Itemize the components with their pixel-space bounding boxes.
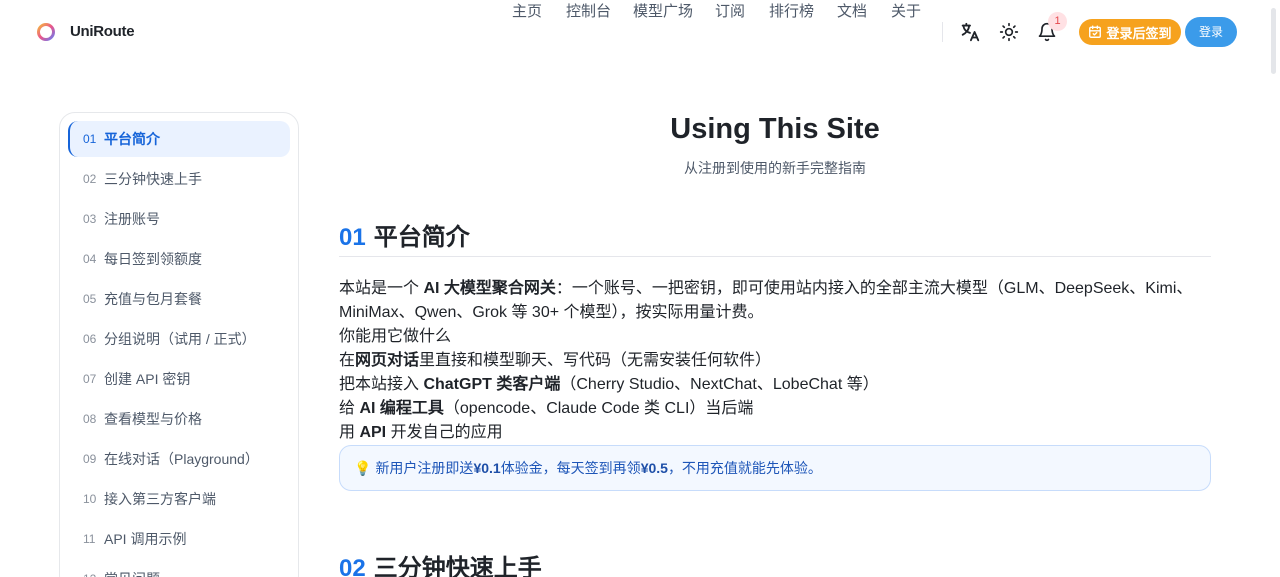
sun-icon <box>999 22 1019 42</box>
section-heading-quickstart: 02 三分钟快速上手 <box>339 548 542 577</box>
toc-item-faq[interactable]: 12常见问题 <box>68 561 290 577</box>
nav-leaderboard[interactable]: 排行榜 <box>769 0 814 21</box>
header-divider <box>942 22 943 42</box>
page-title: Using This Site <box>670 113 880 145</box>
lightbulb-icon: 💡 <box>354 459 372 476</box>
section-title: 平台简介 <box>373 224 470 251</box>
toc-num: 04 <box>83 252 97 266</box>
toc-label: 常见问题 <box>104 569 160 577</box>
nav-console[interactable]: 控制台 <box>566 0 611 21</box>
nav-model-market[interactable]: 模型广场 <box>633 0 693 21</box>
page-scrollbar[interactable] <box>1271 8 1276 74</box>
toc-num: 10 <box>83 492 97 506</box>
section-number: 01 <box>339 224 366 251</box>
nav-home[interactable]: 主页 <box>512 0 542 21</box>
nav-docs[interactable]: 文档 <box>837 0 867 21</box>
toc-num: 06 <box>83 332 97 346</box>
toc-label: 查看模型与价格 <box>104 411 202 427</box>
section-number: 02 <box>339 555 366 577</box>
toc-num: 05 <box>83 292 97 306</box>
toc-label: 接入第三方客户端 <box>104 491 216 507</box>
list-item: 用 API 开发自己的应用 <box>339 424 503 441</box>
toc-item-api-examples[interactable]: 11 API 调用示例 <box>68 521 290 557</box>
toc-item-intro[interactable]: 01 平台简介 <box>68 121 290 157</box>
notification-count-badge: 1 <box>1048 12 1067 31</box>
list-item: 把本站接入 ChatGPT 类客户端（Cherry Studio、NextCha… <box>339 376 879 393</box>
toc-item-quickstart[interactable]: 02 三分钟快速上手 <box>68 161 290 197</box>
nav-subscription[interactable]: 订阅 <box>715 0 745 21</box>
toc-item-groups[interactable]: 06 分组说明（试用 / 正式） <box>68 321 290 357</box>
language-button[interactable] <box>958 20 982 44</box>
calendar-check-icon <box>1089 25 1102 38</box>
toc-label: 平台简介 <box>104 131 160 147</box>
toc-item-playground[interactable]: 09 在线对话（Playground） <box>68 441 290 477</box>
page-subtitle: 从注册到使用的新手完整指南 <box>684 160 866 176</box>
toc-label: 充值与包月套餐 <box>104 291 202 307</box>
table-of-contents: 01 平台简介 02 三分钟快速上手 03 注册账号 04 每日签到领额度 05 充值与包… <box>59 112 299 577</box>
checkin-button[interactable]: 登录后签到 <box>1079 19 1181 45</box>
can-do-heading: 你能用它做什么 <box>339 328 452 345</box>
toc-label: 分组说明（试用 / 正式） <box>104 331 256 347</box>
section-title: 三分钟快速上手 <box>373 555 542 577</box>
toc-num: 12 <box>83 572 104 577</box>
toc-num: 08 <box>83 412 97 426</box>
toc-item-clients[interactable]: 10 接入第三方客户端 <box>68 481 290 517</box>
toc-num: 11 <box>83 532 96 546</box>
top-header: UniRoute 主页 控制台 模型广场 订阅 排行榜 文档 关于 1 登录后签… <box>0 0 1280 64</box>
list-item: 在网页对话里直接和模型聊天、写代码（无需安装任何软件） <box>339 352 772 369</box>
toc-label: 每日签到领额度 <box>104 251 202 267</box>
uniroute-logo-icon[interactable] <box>36 22 56 42</box>
toc-item-api-key[interactable]: 07 创建 API 密钥 <box>68 361 290 397</box>
toc-item-checkin[interactable]: 04 每日签到领额度 <box>68 241 290 277</box>
theme-toggle-button[interactable] <box>997 20 1021 44</box>
translate-icon <box>961 22 980 42</box>
checkin-label: 登录后签到 <box>1106 25 1172 41</box>
toc-num: 09 <box>83 452 97 466</box>
toc-label: 在线对话（Playground） <box>104 451 259 467</box>
toc-num: 01 <box>83 132 97 146</box>
toc-label: 注册账号 <box>104 211 160 227</box>
toc-label: 三分钟快速上手 <box>104 171 202 187</box>
brand-name[interactable]: UniRoute <box>70 23 135 40</box>
intro-paragraph: 本站是一个 AI 大模型聚合网关：一个账号、一把密钥，即可使用站内接入的全部主流… <box>339 280 1193 321</box>
section-divider <box>339 256 1211 257</box>
toc-num: 02 <box>83 172 97 186</box>
toc-label: 创建 API 密钥 <box>104 371 191 387</box>
toc-item-models-pricing[interactable]: 08 查看模型与价格 <box>68 401 290 437</box>
toc-num: 03 <box>83 212 97 226</box>
toc-label: API 调用示例 <box>104 531 187 547</box>
list-item: 给 AI 编程工具（opencode、Claude Code 类 CLI）当后端 <box>339 400 754 417</box>
nav-about[interactable]: 关于 <box>891 0 921 21</box>
toc-item-recharge[interactable]: 05 充值与包月套餐 <box>68 281 290 317</box>
new-user-tip: 💡 新用户注册即送 ¥0.1 体验金，每天签到再领 ¥0.5 ，不用充值就能先体验… <box>339 445 1211 491</box>
toc-item-register[interactable]: 03 注册账号 <box>68 201 290 237</box>
toc-num: 07 <box>83 372 97 386</box>
login-button[interactable]: 登录 <box>1185 17 1237 47</box>
section-heading-intro: 01 平台简介 <box>339 217 470 252</box>
